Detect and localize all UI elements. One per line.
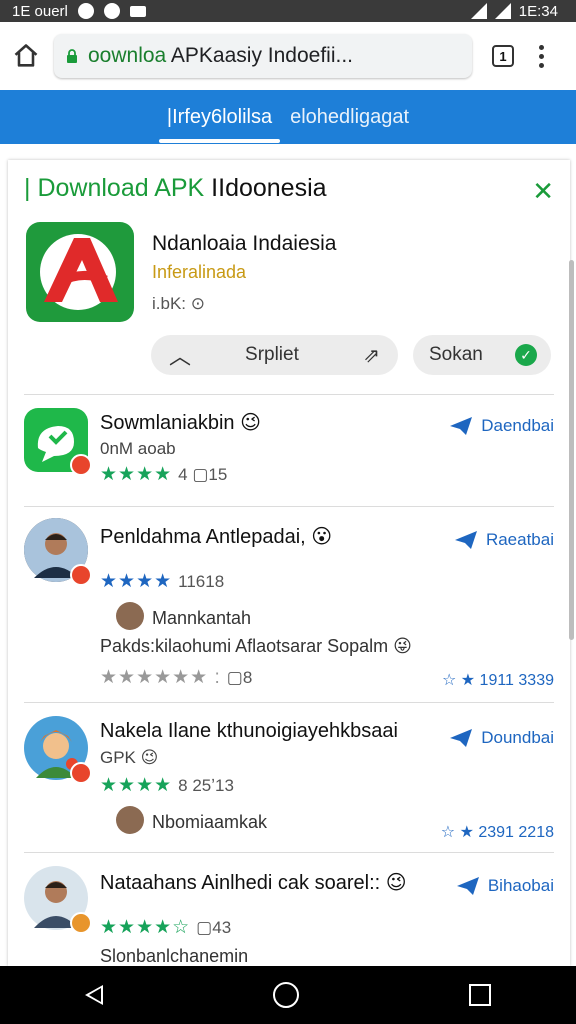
send-icon: [450, 417, 473, 435]
lock-icon: [67, 49, 77, 63]
notification-icon-2: [103, 3, 120, 19]
message-icon: [129, 5, 146, 17]
reply-avatar: [116, 806, 144, 834]
home-icon[interactable]: [12, 42, 40, 70]
signal-icon: [470, 3, 487, 19]
address-bar[interactable]: oownloa APKaasiy Indoefii...: [54, 34, 472, 78]
notification-icon: [77, 3, 94, 19]
divider: [24, 394, 554, 395]
app-meta: i.bK: ⊙: [152, 294, 205, 313]
item-stars: ★★★★ 4 ▢15: [100, 464, 228, 485]
item-app-icon[interactable]: [24, 408, 92, 476]
download-button[interactable]: Doundbai: [449, 728, 554, 748]
close-icon[interactable]: ✕: [532, 176, 554, 207]
tab-primary[interactable]: |Irfey6lolilsa: [158, 106, 281, 143]
reply-author: Mannkantah: [152, 608, 252, 628]
verified-badge: [70, 912, 92, 934]
divider: [24, 852, 554, 853]
item-subtitle: GPK 😉: [100, 748, 159, 767]
tab-switcher-button[interactable]: 1: [492, 45, 514, 67]
item-avatar[interactable]: [24, 518, 92, 586]
send-icon: [454, 531, 477, 549]
tab-secondary[interactable]: elohedligagat: [286, 106, 413, 129]
reply-author: Slonbanlchanemin: [100, 946, 249, 966]
reply-stars: ★★★★★★ : ▢8: [100, 667, 253, 688]
download-button[interactable]: Daendbai: [449, 416, 554, 436]
reply-text: Pakds:kilaohumi Aflaotsarar Sopalm 😜: [100, 636, 412, 656]
item-title[interactable]: Sowmlaniakbin 😉: [100, 410, 261, 435]
reply-author: Nbomiaamkak: [152, 812, 268, 832]
browser-toolbar: oownloa APKaasiy Indoefii... 1: [0, 22, 576, 90]
item-title[interactable]: Penldahma Antlepadai, 😮: [100, 524, 332, 549]
scan-button-label: Sokan: [429, 344, 483, 365]
check-icon: ✓: [515, 344, 537, 366]
status-time: 1E:34: [518, 2, 558, 20]
item-avatar[interactable]: [24, 716, 92, 784]
item-title[interactable]: Nataahans Ainlhedi cak soarel:: 😉: [100, 870, 407, 895]
download-button[interactable]: Raeatbai: [454, 530, 554, 550]
category-tabs: |Irfey6lolilsa elohedligagat: [0, 90, 576, 144]
signal-icon-2: [494, 3, 511, 19]
status-bar: 1E ouerl 1E:34: [0, 0, 576, 22]
url-text: oownloa APKaasiy Indoefii...: [88, 44, 354, 67]
home-circle-icon[interactable]: [273, 982, 299, 1008]
item-title[interactable]: Nakela Ilane kthunoigiayehkbsaai: [100, 720, 398, 743]
reply-avatar: [116, 602, 144, 630]
send-icon: [450, 729, 473, 747]
item-subtitle: 0nM aoab: [100, 439, 176, 458]
recent-apps-icon[interactable]: [469, 984, 491, 1006]
download-button[interactable]: Bihaobai: [456, 876, 554, 896]
status-left-text: 1E ouerl: [12, 2, 68, 20]
verified-badge: [70, 564, 92, 586]
rating-summary: ☆ ★ 2391 2218: [440, 824, 554, 841]
card-title: | Download APK IIdoonesia: [24, 174, 327, 202]
share-icon: ⇗: [363, 344, 380, 367]
chevron-up-icon: ︿: [169, 344, 192, 369]
divider: [24, 702, 554, 703]
divider: [24, 506, 554, 507]
rating-summary: ☆ ★ 1911 3339: [441, 672, 554, 689]
item-avatar[interactable]: [24, 866, 92, 934]
split-button-label: Srpliet: [245, 344, 299, 365]
verified-badge: [70, 762, 92, 784]
split-button[interactable]: ︿ Srpliet ⇗: [151, 335, 398, 375]
item-stars: ★★★★☆ ▢43: [100, 917, 232, 938]
app-name: Ndanloaia Indaiesia: [152, 232, 337, 255]
app-logo: [26, 222, 134, 322]
download-card: | Download APK IIdoonesia ✕ Ndanloaia In…: [8, 160, 570, 966]
verified-badge: [70, 454, 92, 476]
item-stars: ★★★★ 8 25ʼ13: [100, 775, 234, 796]
scan-button[interactable]: Sokan ✓: [413, 335, 551, 375]
overflow-menu-icon[interactable]: [538, 44, 544, 68]
scrollbar[interactable]: [569, 260, 574, 640]
item-stars: ★★★★ 11618: [100, 571, 225, 592]
back-icon[interactable]: [85, 985, 103, 1005]
system-nav-bar: [0, 966, 576, 1024]
send-icon: [456, 877, 479, 895]
app-developer: Inferalinada: [152, 262, 247, 282]
